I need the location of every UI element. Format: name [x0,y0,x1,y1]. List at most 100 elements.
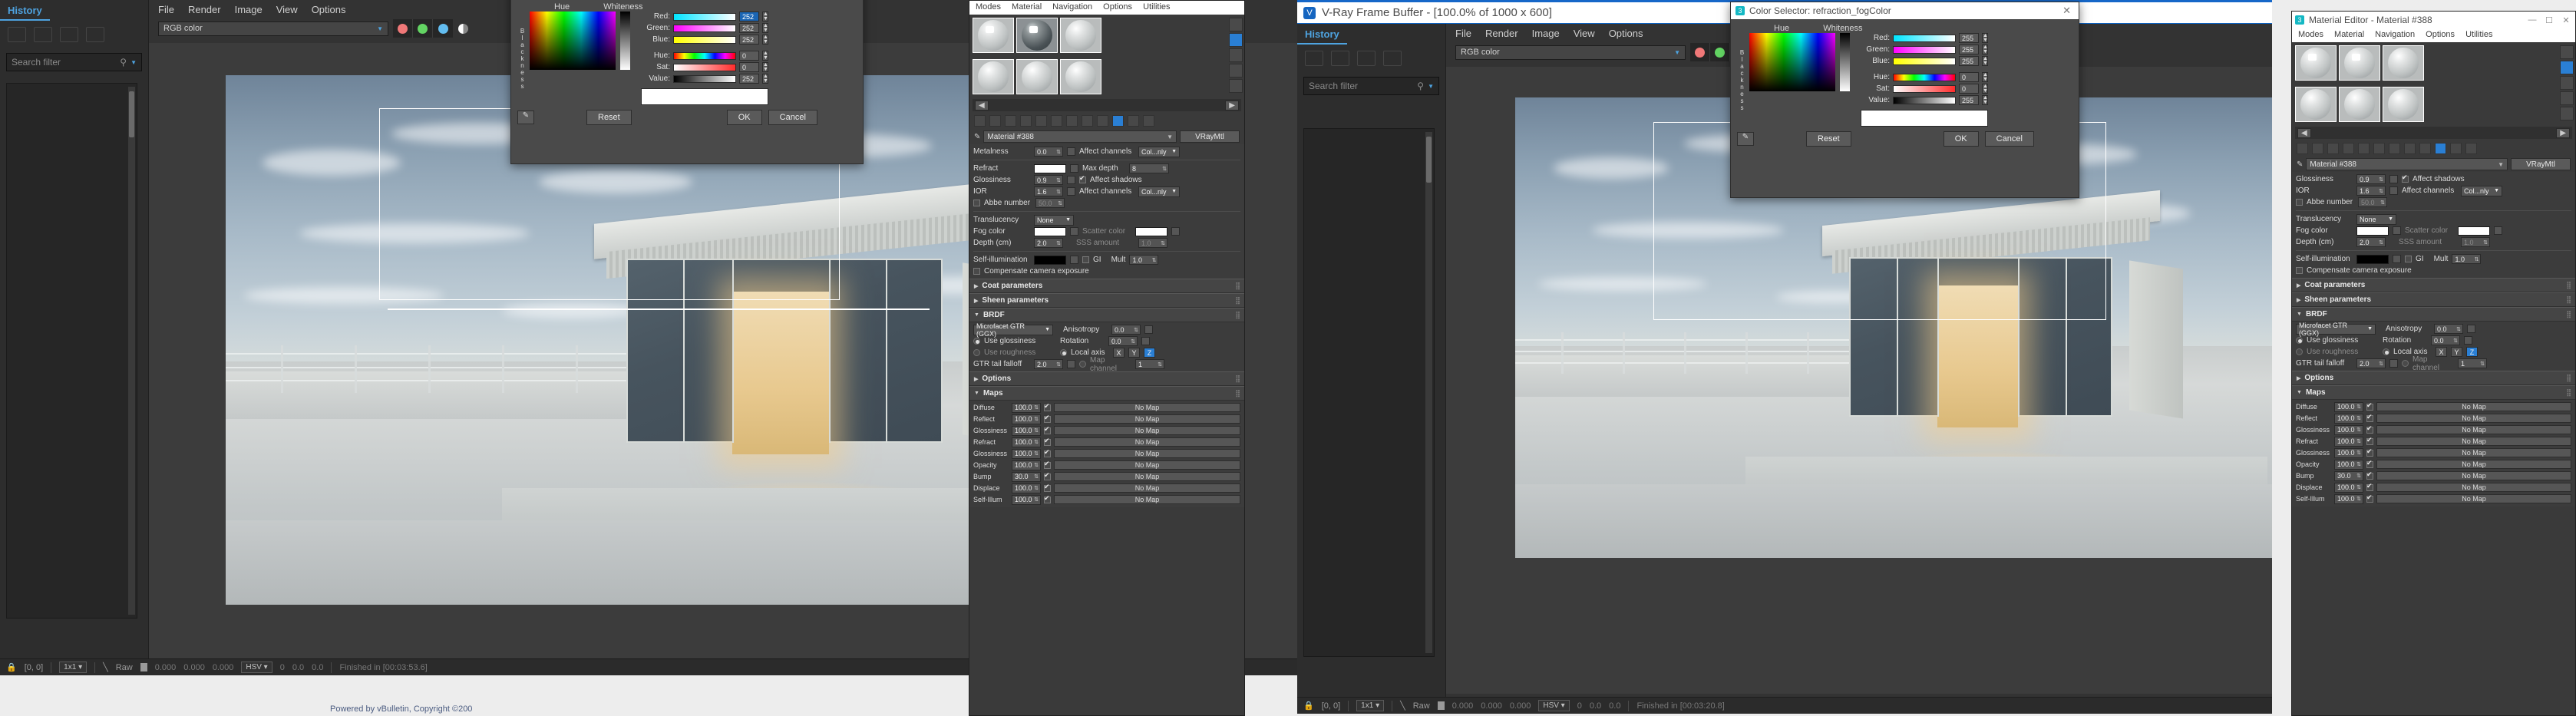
hue-spinner-left[interactable]: ▲ ▼ [762,51,768,61]
sss-amount-input[interactable]: 1.0 ⇅ [1138,238,1167,248]
value-spinner-right[interactable]: ▲ ▼ [1982,95,1988,105]
refract-map-slot[interactable] [1070,164,1078,173]
self-illumination-swatch-right[interactable] [2356,254,2389,264]
show-end-result-icon[interactable] [1112,115,1124,127]
map-enabled-checkbox[interactable] [1044,448,1051,457]
material-slot[interactable] [1060,18,1101,53]
map-amount-input[interactable]: 100.0 ⇅ [1012,483,1041,493]
green-spinner-left[interactable]: ▲ ▼ [762,23,768,33]
rollout-options-right[interactable]: ▶ Options ⣿ [2292,371,2575,385]
rotation-map-slot-right[interactable] [2464,336,2472,345]
anisotropy-input[interactable]: 0.0 ⇅ [1111,325,1141,335]
gtr-tail-falloff-input-right[interactable]: 2.0 ⇅ [2356,358,2386,368]
gtr-tail-falloff-input[interactable]: 2.0 ⇅ [1034,359,1063,369]
map-amount-input[interactable]: 100.0 ⇅ [2334,424,2363,435]
maximize-icon[interactable]: ☐ [2543,15,2555,25]
backlight-icon[interactable] [2560,61,2574,74]
map-amount-input[interactable]: 100.0 ⇅ [2334,401,2363,412]
mult-input[interactable]: 1.0 ⇅ [1129,255,1159,265]
map-enabled-checkbox[interactable] [2366,436,2373,445]
value-spinner-left[interactable]: ▲ ▼ [762,74,768,84]
refract-glossiness-map-slot[interactable] [1067,176,1075,184]
minimize-icon[interactable]: — [2526,15,2538,25]
self-illumination-map-slot-right[interactable] [2393,255,2401,263]
refract-color-swatch[interactable] [1034,163,1066,173]
axis-z-button[interactable]: Z [1144,348,1155,358]
green-channel-toggle[interactable] [413,19,433,38]
ior-input-right[interactable]: 1.6 ⇅ [2356,186,2386,196]
history-compare-ab-icon[interactable] [1331,51,1349,66]
sat-value-right[interactable]: 0 [1959,84,1979,94]
get-material-icon[interactable] [2297,143,2308,154]
ok-button-right[interactable]: OK [1943,131,1979,147]
map-enabled-checkbox[interactable] [1044,437,1051,446]
red-channel-toggle[interactable] [393,19,413,38]
material-name-field-left[interactable]: Material #388 ▼ [983,130,1177,143]
reset-map-icon[interactable] [1020,115,1032,127]
material-slot[interactable] [1016,59,1058,94]
map-amount-input[interactable]: 100.0 ⇅ [2334,413,2363,424]
history-search-input-right[interactable]: Search filter ⚲ ▼ [1303,77,1439,95]
show-end-result-icon[interactable] [2435,143,2446,154]
whiteness-slider-left[interactable] [620,12,630,70]
material-slot[interactable] [2383,45,2424,81]
green-spinner-right[interactable]: ▲ ▼ [1982,45,1988,54]
green-slider-right[interactable] [1893,45,1956,54]
reset-map-icon[interactable] [2343,143,2354,154]
curve-icon[interactable]: ╲ [103,662,108,672]
material-id-icon[interactable] [2404,143,2416,154]
map-enabled-checkbox[interactable] [1044,460,1051,469]
fog-color-swatch[interactable] [1034,226,1066,236]
history-list[interactable] [6,83,137,619]
red-value-right[interactable]: 255 [1959,33,1979,43]
history-add-icon[interactable] [1305,51,1323,66]
map-enabled-checkbox[interactable] [1044,494,1051,503]
map-amount-input[interactable]: 100.0 ⇅ [1012,494,1041,505]
abbe-checkbox-right[interactable] [2296,199,2303,206]
blue-channel-toggle[interactable] [433,19,453,38]
sample-type-icon[interactable] [1229,18,1243,31]
red-spinner-right[interactable]: ▲ ▼ [1982,33,1988,43]
map-slot-button[interactable]: No Map [2376,483,2571,492]
map-slot-button[interactable]: No Map [1054,472,1240,481]
sample-size-select-right[interactable]: 1x1 ▾ [1356,700,1385,711]
sample-type-icon[interactable] [2560,45,2574,59]
get-material-icon[interactable] [974,115,986,127]
map-amount-input[interactable]: 100.0 ⇅ [1012,425,1041,436]
whiteness-slider-right[interactable] [1840,33,1850,91]
chevron-down-icon[interactable]: ▼ [130,59,137,66]
checker-background-icon[interactable] [1229,48,1243,62]
field-row-blue-right[interactable]: Blue: 255 ▲ ▼ [1861,56,1988,66]
gtr-tail-map-slot-right[interactable] [2389,359,2398,368]
scatter-color-swatch[interactable] [1135,226,1167,236]
hue-value-right[interactable]: 0 [1959,72,1979,82]
rollout-options-left[interactable]: ▶ Options ⣿ [969,371,1244,386]
rollout-maps-right[interactable]: ▼ Maps ⣿ [2292,385,2575,400]
self-illumination-swatch[interactable] [1034,255,1066,265]
checker-background-icon[interactable] [2560,76,2574,90]
field-row-green-right[interactable]: Green: 255 ▲ ▼ [1861,45,1988,54]
map-enabled-checkbox[interactable] [2366,482,2373,491]
hue-slider-left[interactable] [673,51,736,60]
sat-spinner-left[interactable]: ▲ ▼ [762,62,768,72]
material-slot[interactable] [1060,59,1101,94]
make-unique-icon[interactable] [2358,143,2370,154]
map-channel-input[interactable]: 1 ⇅ [1135,359,1164,369]
value-slider-right[interactable] [1893,96,1956,104]
history-tab-right[interactable]: History [1297,24,1347,45]
map-enabled-checkbox[interactable] [2366,493,2373,503]
blue-value-right[interactable]: 255 [1959,56,1979,66]
abbe-input[interactable]: 50.0 ⇅ [1035,198,1065,208]
sat-slider-right[interactable] [1893,84,1956,93]
menu-view[interactable]: View [276,4,298,15]
history-search-input[interactable]: Search filter ⚲ ▼ [6,53,142,71]
affect-shadows-checkbox[interactable] [1079,174,1086,183]
menu-options[interactable]: Options [312,4,346,15]
map-enabled-checkbox[interactable] [1044,483,1051,492]
use-roughness-radio-right[interactable] [2296,348,2303,355]
map-amount-input[interactable]: 100.0 ⇅ [1012,460,1041,470]
material-type-button-left[interactable]: VRayMtl [1180,130,1240,143]
material-slot[interactable] [973,18,1014,53]
anisotropy-map-slot[interactable] [1144,325,1153,334]
curve-icon[interactable]: ╲ [1400,701,1405,711]
